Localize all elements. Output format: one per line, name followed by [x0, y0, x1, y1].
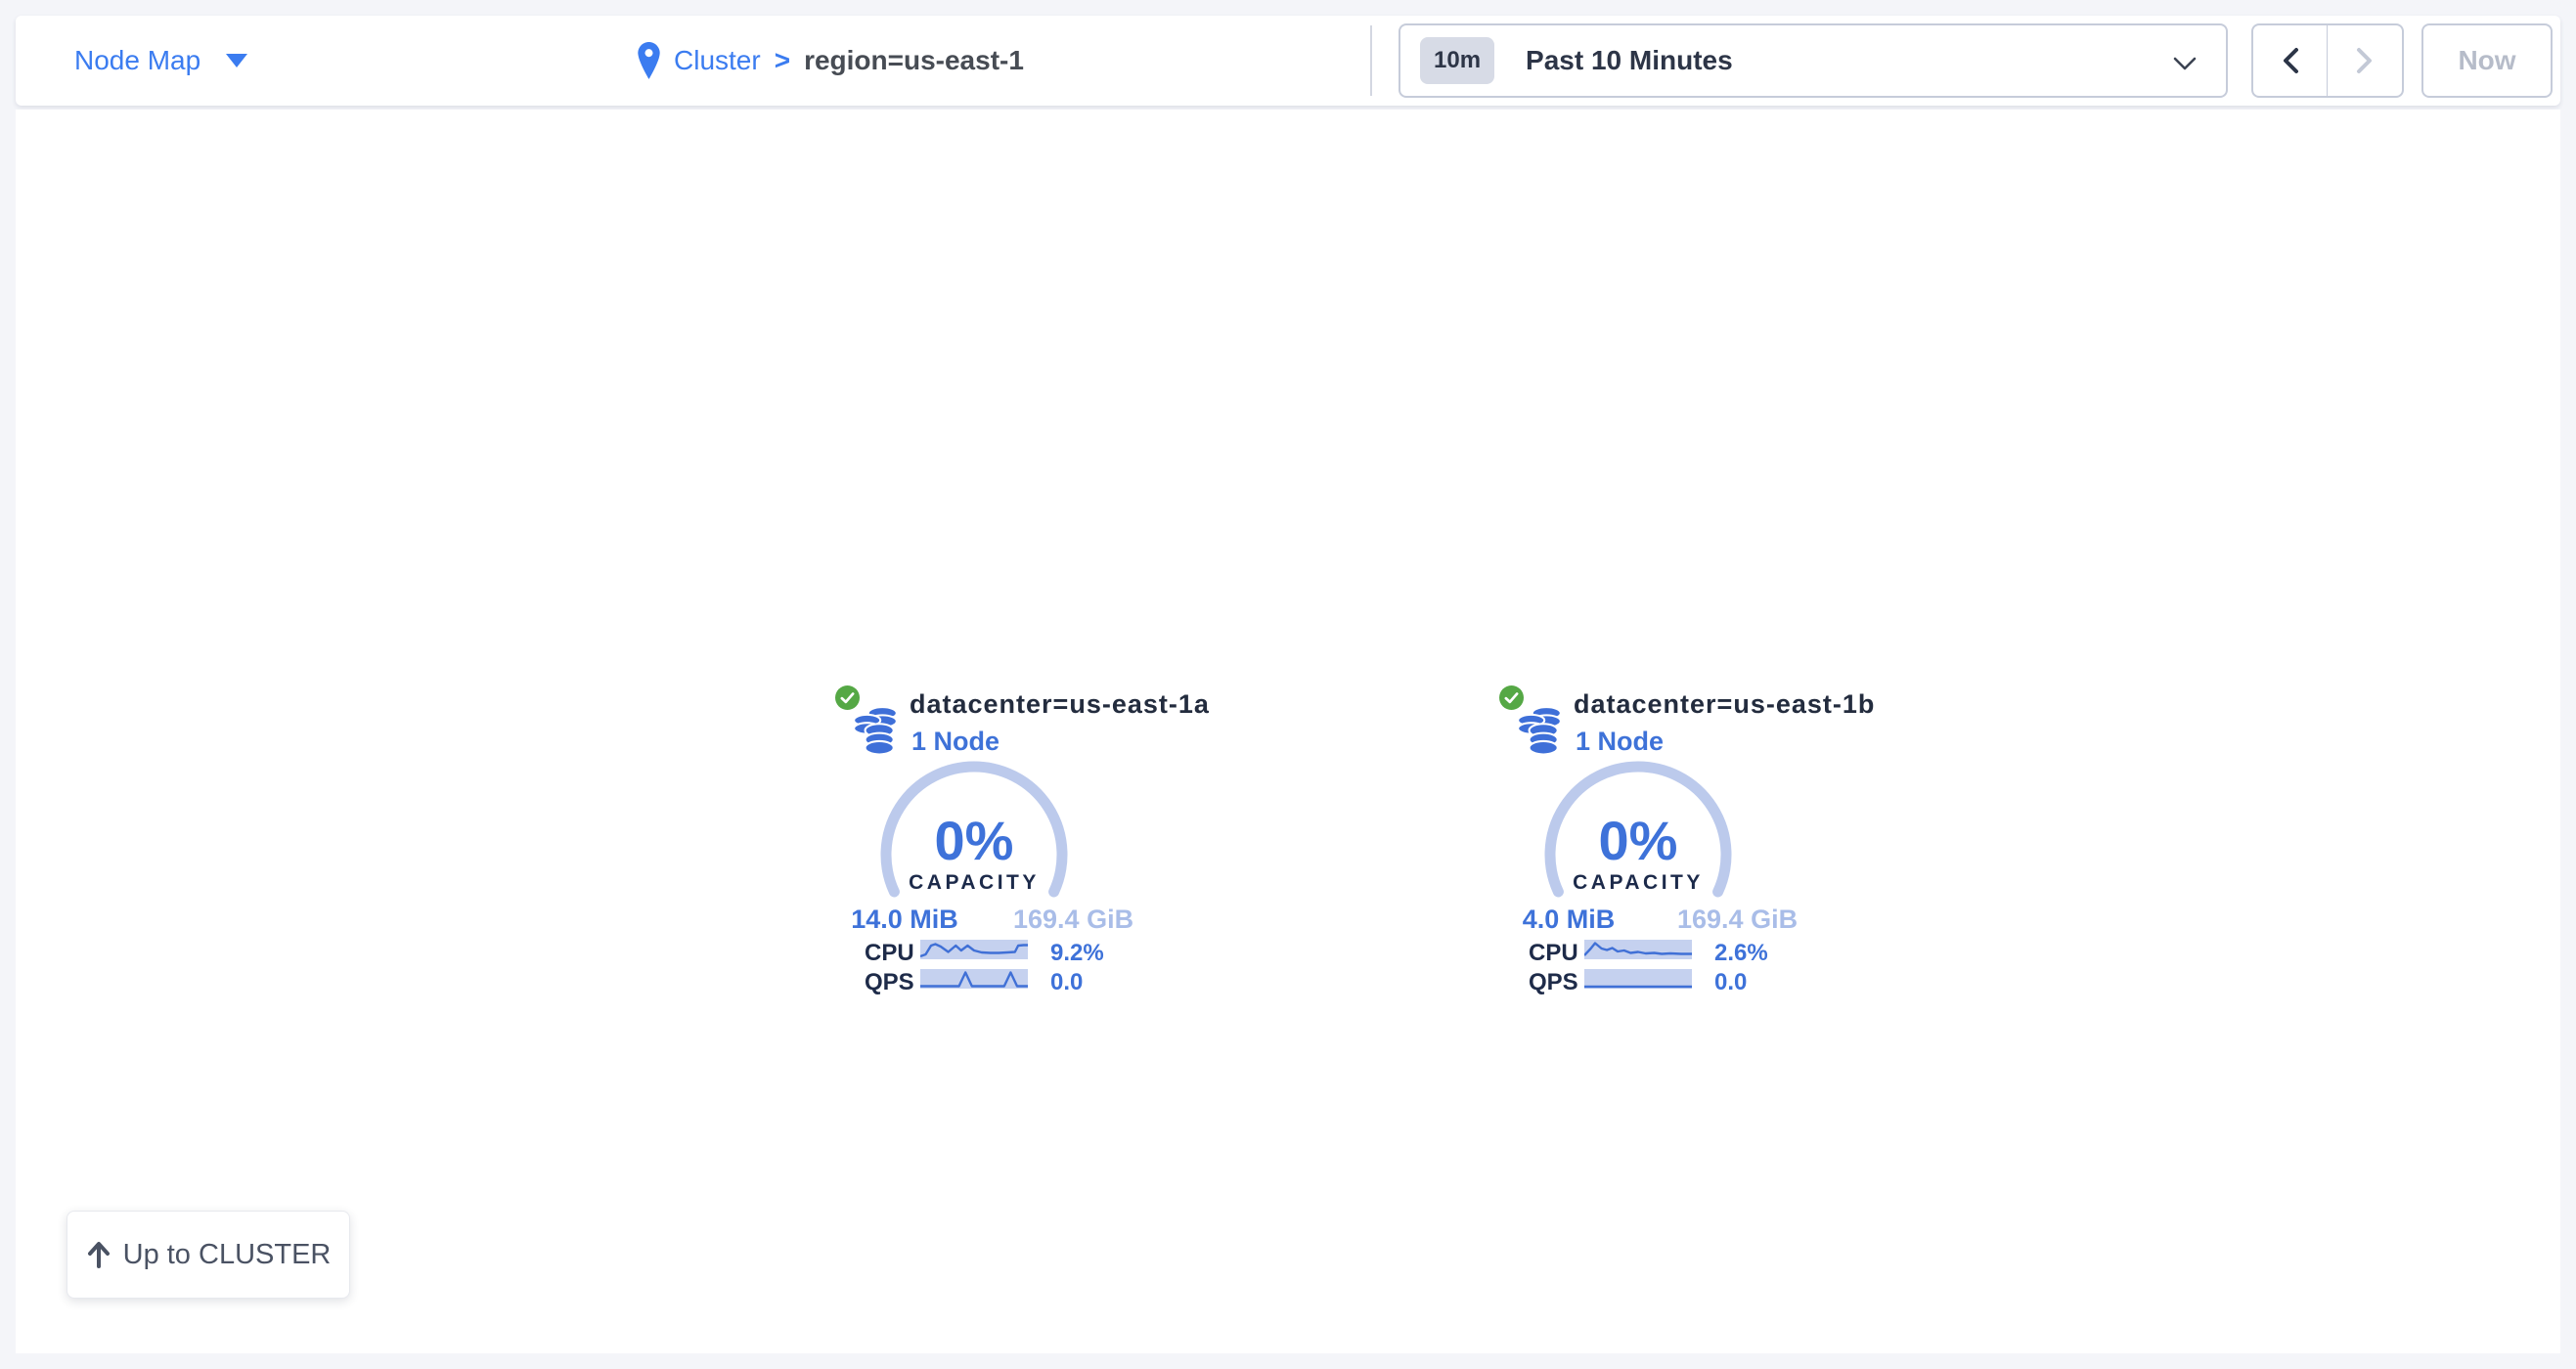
up-to-cluster-label: Up to CLUSTER — [123, 1239, 332, 1271]
time-window-label: Past 10 Minutes — [1526, 45, 1733, 76]
now-button[interactable]: Now — [2421, 23, 2553, 98]
capacity-percent: 0% — [876, 809, 1072, 872]
cpu-sparkline — [1584, 940, 1692, 959]
chevron-right-icon — [2356, 47, 2374, 74]
capacity-percent: 0% — [1540, 809, 1736, 872]
capacity-total: 169.4 GiB — [1013, 905, 1121, 935]
capacity-used: 4.0 MiB — [1515, 905, 1622, 935]
qps-label: QPS — [865, 969, 914, 996]
location-pin-icon — [638, 42, 660, 79]
cpu-value: 9.2% — [1050, 940, 1104, 967]
node-count: 1 Node — [911, 727, 999, 757]
caret-down-icon — [226, 54, 247, 68]
breadcrumb: Cluster > region=us-east-1 — [638, 16, 1024, 106]
time-step-controls — [2251, 23, 2404, 98]
breadcrumb-cluster-link[interactable]: Cluster — [674, 45, 761, 76]
capacity-caption: CAPACITY — [876, 871, 1072, 895]
datacenter-title: datacenter=us-east-1b — [1574, 689, 1875, 720]
cpu-value: 2.6% — [1714, 940, 1768, 967]
qps-value: 0.0 — [1050, 969, 1083, 996]
chevron-down-icon — [2173, 57, 2197, 70]
cpu-sparkline — [920, 940, 1028, 959]
database-stack-icon — [1517, 706, 1562, 755]
datacenter-card-us-east-1a[interactable]: datacenter=us-east-1a 1 Node 0% CAPACITY… — [833, 682, 1166, 1004]
top-bar: Node Map Cluster > region=us-east-1 10m … — [16, 16, 2560, 106]
view-mode-dropdown[interactable]: Node Map — [74, 16, 247, 106]
time-window-dropdown[interactable]: 10m Past 10 Minutes — [1399, 23, 2228, 98]
capacity-used: 14.0 MiB — [851, 905, 958, 935]
breadcrumb-current: region=us-east-1 — [804, 45, 1024, 76]
qps-label: QPS — [1529, 969, 1578, 996]
capacity-total: 169.4 GiB — [1677, 905, 1785, 935]
capacity-caption: CAPACITY — [1540, 871, 1736, 895]
datacenter-title: datacenter=us-east-1a — [910, 689, 1210, 720]
time-forward-button[interactable] — [2328, 25, 2402, 96]
database-stack-icon — [853, 706, 898, 755]
view-mode-label: Node Map — [74, 45, 200, 76]
time-window-badge: 10m — [1420, 37, 1494, 84]
qps-sparkline — [1584, 969, 1692, 989]
header-divider — [1370, 25, 1372, 96]
cpu-label: CPU — [1529, 940, 1578, 967]
node-count: 1 Node — [1576, 727, 1664, 757]
cpu-label: CPU — [865, 940, 914, 967]
time-back-button[interactable] — [2253, 25, 2328, 96]
up-to-cluster-button[interactable]: Up to CLUSTER — [67, 1211, 350, 1299]
chevron-left-icon — [2282, 47, 2299, 74]
qps-value: 0.0 — [1714, 969, 1747, 996]
datacenter-card-us-east-1b[interactable]: datacenter=us-east-1b 1 Node 0% CAPACITY… — [1497, 682, 1830, 1004]
node-map-canvas: datacenter=us-east-1a 1 Node 0% CAPACITY… — [16, 110, 2560, 1353]
arrow-up-icon — [86, 1240, 111, 1269]
breadcrumb-separator: > — [775, 45, 790, 76]
qps-sparkline — [920, 969, 1028, 989]
